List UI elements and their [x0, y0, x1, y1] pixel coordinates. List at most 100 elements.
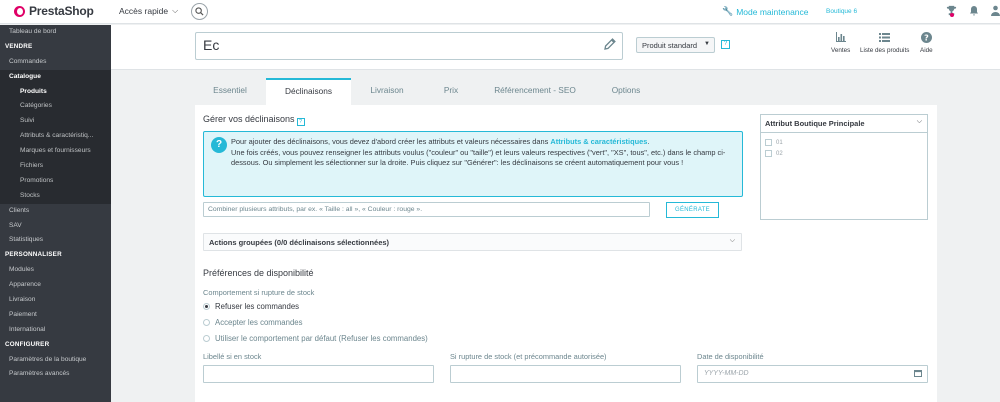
prestashop-logo-icon: [14, 5, 25, 17]
tab-seo[interactable]: Référencement - SEO: [480, 78, 590, 105]
help-circle-icon: ?: [920, 32, 933, 46]
in-stock-text-input[interactable]: [203, 365, 434, 383]
help-button[interactable]: ? Aide: [920, 32, 933, 54]
attribute-panel-header[interactable]: Attribut Boutique Principale ⌵: [761, 115, 927, 133]
info-line-1-end: .: [647, 137, 650, 146]
sidebar-item[interactable]: Livraison: [0, 293, 111, 308]
search-icon[interactable]: [191, 3, 208, 20]
radio-default-behavior[interactable]: Utiliser le comportement par défaut (Ref…: [203, 334, 428, 343]
chevron-down-icon: ⌵: [172, 6, 179, 15]
sidebar-section-heading: VENDRE: [5, 42, 33, 50]
sidebar-section-heading: PERSONNALISER: [5, 251, 62, 259]
sidebar-item[interactable]: Suivi: [0, 114, 111, 130]
sidebar-item[interactable]: Statistiques: [0, 233, 111, 248]
sidebar-item[interactable]: Paramètres avancés: [0, 367, 111, 382]
sidebar-item[interactable]: SAV: [0, 219, 111, 234]
sidebar-item[interactable]: Catalogue: [0, 69, 111, 85]
top-bar: PrestaShop Accès rapide ⌵ 🔧 Mode mainten…: [0, 0, 1000, 24]
attribute-option-label: 01: [776, 139, 783, 146]
caret-down-icon: ▼: [704, 41, 710, 47]
chevron-down-icon: ⌵: [729, 237, 735, 244]
radio-deny-orders[interactable]: Refuser les commandes: [203, 302, 299, 311]
info-text: Pour ajouter des déclinaisons, vous deve…: [231, 137, 739, 169]
radio-allow-orders[interactable]: Accepter les commandes: [203, 318, 303, 327]
calendar-icon[interactable]: [914, 369, 922, 379]
attribute-option-label: 02: [776, 150, 783, 157]
notification-badge: [950, 13, 954, 17]
product-type-select[interactable]: Produit standard ▼: [636, 37, 715, 53]
shop-selector[interactable]: Boutique 6: [826, 8, 857, 15]
quick-access-label: Accès rapide: [119, 6, 169, 16]
bell-icon[interactable]: [969, 5, 979, 19]
tab-prix[interactable]: Prix: [423, 78, 479, 105]
generate-button[interactable]: GÉNÉRATE: [666, 202, 719, 218]
sidebar-item[interactable]: Stocks: [0, 188, 111, 204]
combinations-title-text: Gérer vos déclinaisons: [203, 114, 295, 124]
sales-button[interactable]: Ventes: [831, 32, 850, 54]
sidebar-item[interactable]: Paiement: [0, 308, 111, 323]
bulk-actions-label: Actions groupées (0/0 déclinaisons sélec…: [209, 238, 390, 247]
checkbox[interactable]: [765, 139, 772, 146]
sidebar-item[interactable]: Fichiers: [0, 159, 111, 174]
product-name-input[interactable]: Ec: [195, 32, 623, 60]
sales-label: Ventes: [831, 47, 851, 54]
sidebar-item[interactable]: Catégories: [0, 99, 111, 115]
sidebar-item[interactable]: International: [0, 323, 111, 338]
availability-date-input[interactable]: YYYY-MM-DD: [697, 365, 928, 383]
sidebar-item[interactable]: Paramètres de la boutique: [0, 353, 111, 368]
sidebar-item[interactable]: Apparence: [0, 278, 111, 293]
list-icon: [860, 32, 909, 46]
backorder-text-input[interactable]: [450, 365, 681, 383]
maintenance-mode-link[interactable]: 🔧 Mode maintenance: [722, 6, 809, 17]
tab-declinaisons[interactable]: Déclinaisons: [266, 78, 351, 105]
sidebar-item[interactable]: Attributs & caractéristiq...: [0, 129, 111, 145]
question-circle-icon: ?: [211, 137, 227, 153]
date-placeholder: YYYY-MM-DD: [704, 370, 749, 377]
tab-essentiel[interactable]: Essentiel: [195, 78, 265, 105]
attributes-features-link[interactable]: Attributs & caractéristiques: [550, 137, 647, 146]
attribute-panel: Attribut Boutique Principale ⌵ 01 02: [760, 114, 928, 220]
product-type-value: Produit standard: [642, 41, 698, 50]
help-square-icon[interactable]: ?: [296, 118, 305, 126]
out-of-stock-label: Comportement si rupture de stock: [203, 288, 315, 297]
chevron-down-icon: ⌵: [916, 118, 922, 125]
sidebar-section-heading: CONFIGURER: [5, 340, 50, 348]
info-line-1: Pour ajouter des déclinaisons, vous deve…: [231, 137, 551, 146]
user-menu-icon[interactable]: [991, 5, 1000, 19]
attribute-option[interactable]: 02: [761, 148, 927, 159]
sidebar-item[interactable]: Promotions: [0, 173, 111, 189]
combinations-title: Gérer vos déclinaisons?: [203, 114, 305, 126]
tab-options[interactable]: Options: [591, 78, 661, 105]
maintenance-label: Mode maintenance: [736, 6, 809, 17]
radio-button[interactable]: [203, 319, 210, 326]
info-alert: ? Pour ajouter des déclinaisons, vous de…: [203, 131, 743, 197]
wrench-icon: 🔧: [722, 6, 734, 16]
checkbox[interactable]: [765, 150, 772, 157]
sidebar-item[interactable]: Commandes: [0, 55, 111, 70]
product-tabs: Essentiel Déclinaisons Livraison Prix Ré…: [195, 78, 937, 105]
radio-button[interactable]: [203, 303, 210, 310]
attribute-option[interactable]: 01: [761, 137, 927, 148]
product-list-button[interactable]: Liste des produits: [860, 32, 909, 54]
sidebar-item[interactable]: Marques et fournisseurs: [0, 144, 111, 160]
quick-access-menu[interactable]: Accès rapide ⌵: [119, 6, 178, 16]
help-label: Aide: [920, 47, 933, 54]
radio-default-label: Utiliser le comportement par défaut (Ref…: [215, 334, 428, 343]
tab-livraison[interactable]: Livraison: [352, 78, 422, 105]
in-stock-label: Libellé si en stock: [203, 352, 262, 361]
sidebar-item[interactable]: Tableau de bord: [0, 25, 111, 40]
sidebar-item[interactable]: Produits: [0, 84, 111, 100]
prestashop-logo[interactable]: PrestaShop: [14, 4, 94, 18]
product-list-label: Liste des produits: [860, 47, 910, 54]
sidebar-item[interactable]: Clients: [0, 204, 111, 219]
availability-date-label: Date de disponibilité: [697, 352, 764, 361]
sidebar-item[interactable]: Modules: [0, 263, 111, 278]
bulk-actions-toggle[interactable]: Actions groupées (0/0 déclinaisons sélec…: [203, 233, 742, 251]
combinations-input[interactable]: Combiner plusieurs attributs, par ex. « …: [203, 202, 650, 217]
product-header: Ec Produit standard ▼ ? Ventes Liste des…: [111, 25, 1000, 70]
radio-button[interactable]: [203, 335, 210, 342]
svg-text:?: ?: [924, 33, 929, 42]
bar-chart-icon: [831, 32, 850, 46]
pencil-icon[interactable]: [604, 38, 616, 53]
help-square-icon[interactable]: ?: [721, 40, 730, 49]
